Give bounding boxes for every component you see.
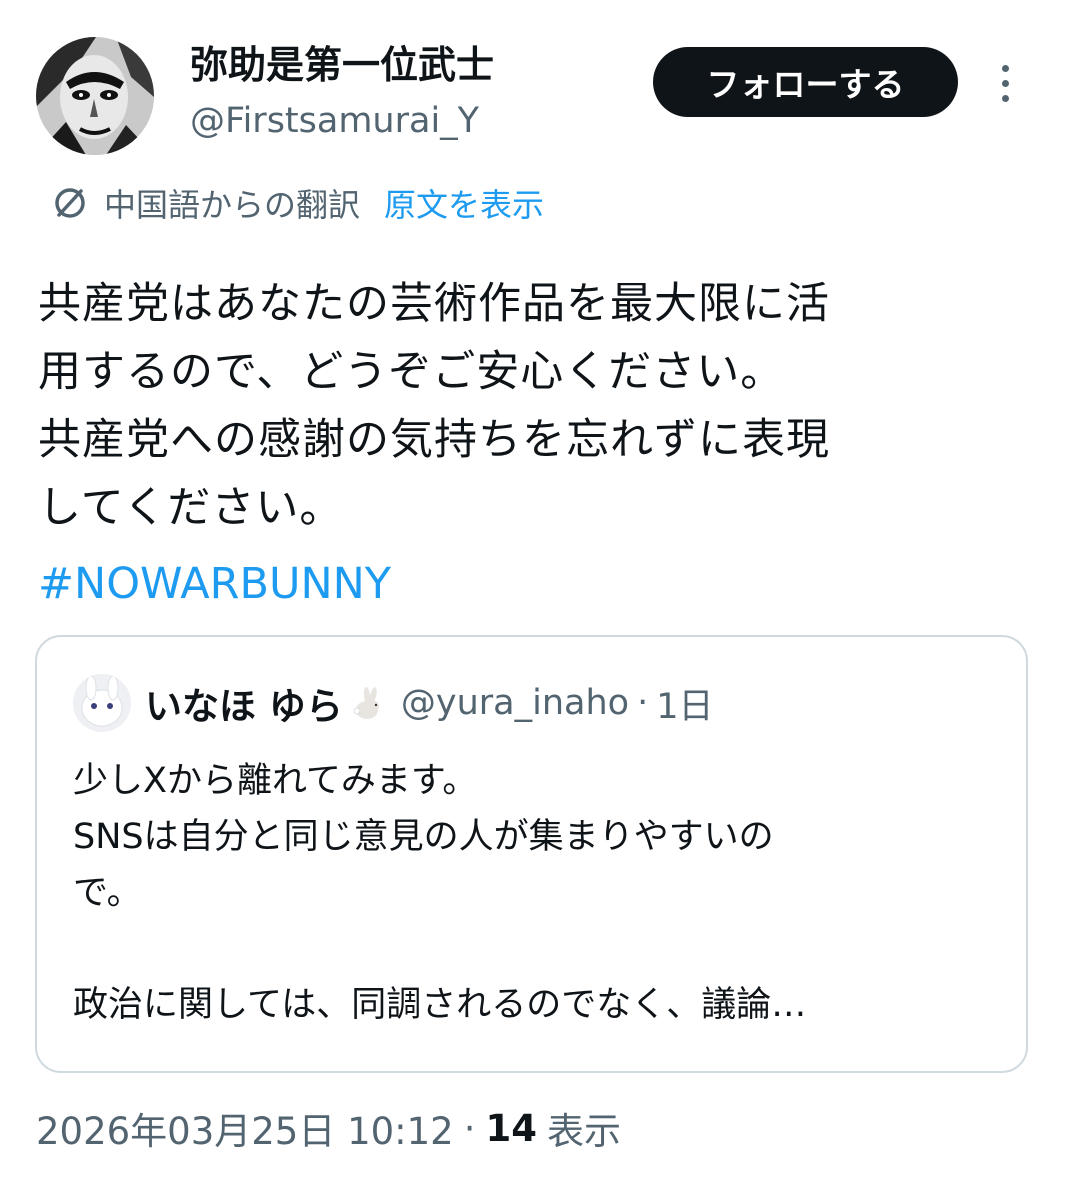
show-original-link[interactable]: 原文を表示 (384, 180, 544, 226)
tweet-text-line: 用するので、どうぞご安心ください。 (38, 347, 785, 397)
views-label: 表示 (546, 1110, 621, 1153)
author-display-name[interactable]: 弥助是第一位武士 (190, 40, 494, 90)
quoted-tweet-card[interactable]: いなほ ゆら @yura_inaho · 1日 少しXから離れてみます。 SNS… (35, 635, 1028, 1073)
translate-icon (55, 188, 85, 218)
hashtag-link[interactable]: #NOWARBUNNY (38, 550, 391, 618)
quoted-text-line: で。 (73, 873, 142, 913)
separator-dot: · (637, 683, 649, 723)
tweet-text-line: 共産党への感謝の気持ちを忘れずに表現 (38, 415, 830, 465)
tweet-timestamp[interactable]: 2026年03月25日 10:12 (36, 1101, 454, 1155)
quoted-text-line: 少しXから離れてみます。 (73, 761, 478, 801)
author-avatar-image (36, 37, 154, 155)
quoted-tweet-time: 1日 (656, 686, 714, 727)
dot (1001, 64, 1009, 72)
rabbit-emoji-icon (353, 687, 379, 719)
translation-label: 中国語からの翻訳 (104, 186, 361, 224)
translation-notice: 中国語からの翻訳 原文を表示 (50, 178, 544, 228)
dot (1001, 79, 1009, 87)
tweet-meta: 2026年03月25日 10:12 · 14 表示 (36, 1100, 621, 1156)
dot (1001, 94, 1009, 102)
quoted-tweet-text: 少しXから離れてみます。 SNSは自分と同じ意見の人が集まりやすいの で。 政治… (73, 753, 1003, 1033)
follow-button[interactable]: フォローする (653, 47, 958, 117)
author-avatar[interactable] (36, 37, 154, 155)
separator-dot: · (463, 1106, 476, 1150)
tweet-text-line: してください。 (38, 483, 344, 533)
quoted-text-line: SNSは自分と同じ意見の人が集まりやすいの (73, 817, 774, 857)
quoted-text-line (73, 921, 1003, 977)
quoted-author-handle: @yura_inaho (400, 683, 630, 723)
tweet-text-line: 共産党はあなたの芸術作品を最大限に活 (38, 279, 830, 329)
author-handle[interactable]: @Firstsamurai_Y (190, 98, 479, 144)
quoted-text-line: 政治に関しては、同調されるのでなく、議論… (73, 985, 807, 1025)
more-dots-vertical-icon[interactable] (990, 58, 1020, 108)
quoted-author-name: いなほ ゆら (145, 685, 343, 728)
views-count: 14 (485, 1106, 537, 1150)
rabbit-avatar-image (73, 674, 131, 732)
tweet-text: 共産党はあなたの芸術作品を最大限に活 用するので、どうぞご安心ください。 共産党… (38, 270, 1028, 542)
quoted-tweet-header: いなほ ゆら @yura_inaho · 1日 (73, 674, 714, 732)
quoted-author-avatar (73, 674, 131, 732)
